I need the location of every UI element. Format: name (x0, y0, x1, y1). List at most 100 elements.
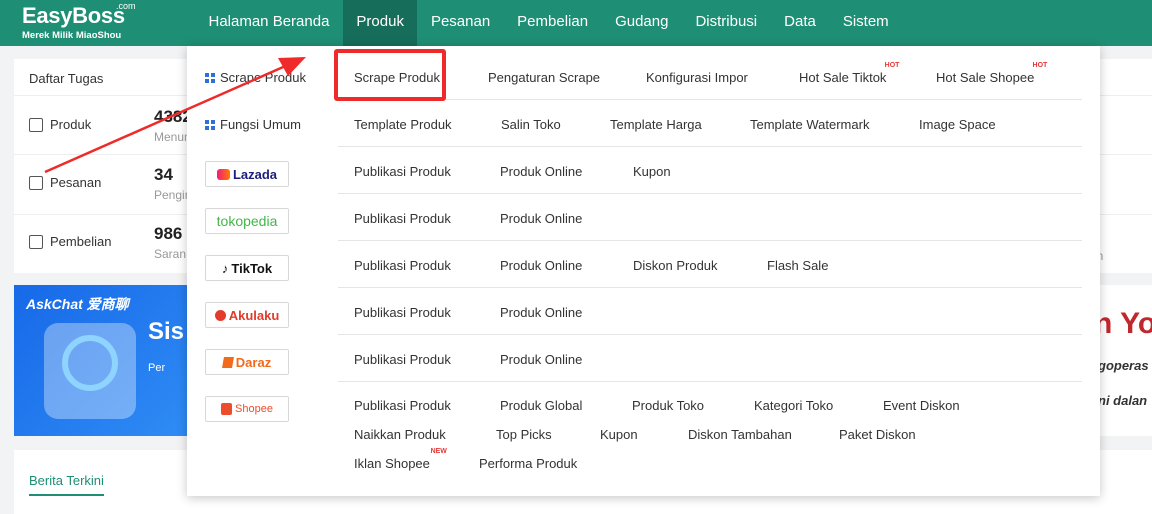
promo-banner[interactable]: n You goperas ni dalan (1100, 285, 1152, 436)
grid-icon (205, 72, 215, 83)
nav-item-pembelian[interactable]: Pembelian (504, 0, 602, 46)
menu-item-kupon[interactable]: Kupon (600, 427, 638, 442)
askchat-banner[interactable]: AskChat 爱商聊 Sis Per (14, 285, 189, 436)
menu-item-flash-sale[interactable]: Flash Sale (767, 258, 828, 273)
tiktok-note-icon: ♪ (221, 260, 229, 276)
order-icon (29, 176, 43, 190)
task-label: Pembelian (50, 234, 112, 249)
platform-name: Daraz (235, 354, 272, 370)
top-navigation-bar: EasyBoss .com Merek Milik MiaoShou Halam… (0, 0, 1152, 46)
menu-item-salin-toko[interactable]: Salin Toko (501, 117, 561, 132)
menu-item-template-produk[interactable]: Template Produk (354, 117, 452, 132)
brand-logo[interactable]: EasyBoss .com Merek Milik MiaoShou (22, 1, 136, 42)
shopee-logo: Shopee (205, 396, 289, 422)
task-label: Produk (50, 117, 92, 132)
menu-item-produk-online[interactable]: Produk Online (500, 258, 582, 273)
menu-item-produk-online[interactable]: Produk Online (500, 164, 582, 179)
menu-row-tokopedia: tokopedia Publikasi Produk Produk Online (187, 194, 1100, 241)
platform-name: Lazada (232, 166, 278, 182)
menu-category-label: Fungsi Umum (220, 117, 301, 132)
task-count: 986 (154, 224, 183, 243)
menu-item-label: Hot Sale Shopee (936, 70, 1035, 85)
menu-row-fungsi-umum: Fungsi Umum Template Produk Salin Toko T… (187, 100, 1100, 147)
hot-badge: HOT (1032, 62, 1048, 69)
nav-item-data[interactable]: Data (771, 0, 830, 46)
product-icon (29, 118, 43, 132)
produk-dropdown-menu: Scrape Produk Scrape Produk Pengaturan S… (187, 46, 1100, 496)
menu-row-daraz: Daraz Publikasi Produk Produk Online (187, 335, 1100, 382)
menu-item-naikkan-produk[interactable]: Naikkan Produk (354, 427, 446, 442)
nav-item-produk[interactable]: Produk (342, 0, 418, 46)
menu-row-shopee: Shopee Publikasi Produk Produk Global Pr… (187, 382, 1100, 496)
menu-item-template-watermark[interactable]: Template Watermark (750, 117, 869, 132)
nav-item-halaman-beranda[interactable]: Halaman Beranda (195, 0, 343, 46)
menu-item-template-harga[interactable]: Template Harga (610, 117, 702, 132)
menu-item-publikasi-produk[interactable]: Publikasi Produk (354, 305, 451, 320)
menu-category-label: Scrape Produk (220, 70, 306, 85)
nav-item-gudang[interactable]: Gudang (602, 0, 682, 46)
main-nav: Halaman Beranda Produk Pesanan Pembelian… (195, 0, 902, 46)
menu-item-kupon[interactable]: Kupon (633, 164, 671, 179)
banner-heading: Sis (148, 318, 185, 345)
menu-item-performa-produk[interactable]: Performa Produk (479, 456, 577, 471)
tiktok-logo: ♪ TikTok (205, 255, 289, 281)
menu-category: Fungsi Umum (205, 117, 301, 132)
daraz-logo: Daraz (205, 349, 289, 375)
menu-item-produk-online[interactable]: Produk Online (500, 211, 582, 226)
menu-item-top-picks[interactable]: Top Picks (496, 427, 552, 442)
banner-headline: n You (1100, 307, 1152, 340)
menu-item-hot-sale-tiktok[interactable]: Hot Sale Tiktok HOT (799, 62, 899, 85)
purchase-icon (29, 235, 43, 249)
lazada-heart-icon (216, 168, 230, 180)
menu-item-produk-online[interactable]: Produk Online (500, 305, 582, 320)
brand-domain: .com (116, 1, 136, 11)
menu-item-produk-global[interactable]: Produk Global (500, 398, 582, 413)
highlight-box (334, 49, 446, 101)
banner-brand: AskChat 爱商聊 (26, 296, 129, 312)
menu-item-publikasi-produk[interactable]: Publikasi Produk (354, 211, 451, 226)
menu-item-iklan-shopee[interactable]: Iklan Shopee NEW (354, 448, 447, 471)
menu-item-publikasi-produk[interactable]: Publikasi Produk (354, 164, 451, 179)
menu-item-paket-diskon[interactable]: Paket Diskon (839, 427, 916, 442)
menu-item-konfigurasi-impor[interactable]: Konfigurasi Impor (646, 70, 748, 85)
menu-item-produk-toko[interactable]: Produk Toko (632, 398, 704, 413)
menu-item-produk-online[interactable]: Produk Online (500, 352, 582, 367)
menu-row-lazada: Lazada Publikasi Produk Produk Online Ku… (187, 147, 1100, 194)
task-count: 34 (154, 165, 173, 184)
menu-item-hot-sale-shopee[interactable]: Hot Sale Shopee HOT (936, 62, 1047, 85)
platform-name: tokopedia (216, 213, 278, 229)
platform-name: Akulaku (228, 307, 280, 323)
menu-item-publikasi-produk[interactable]: Publikasi Produk (354, 398, 451, 413)
brand-subtitle: Merek Milik MiaoShou (22, 30, 122, 41)
menu-item-image-space[interactable]: Image Space (919, 117, 996, 132)
platform-name: Shopee (235, 403, 273, 415)
nav-item-distribusi[interactable]: Distribusi (682, 0, 771, 46)
brand-name: EasyBoss (22, 3, 125, 28)
shopee-bag-icon (221, 403, 233, 415)
akulaku-logo: Akulaku (205, 302, 289, 328)
menu-item-kategori-toko[interactable]: Kategori Toko (754, 398, 833, 413)
menu-item-diskon-tambahan[interactable]: Diskon Tambahan (688, 427, 792, 442)
menu-row-tiktok: ♪ TikTok Publikasi Produk Produk Online … (187, 241, 1100, 288)
tab-berita-terkini[interactable]: Berita Terkini (29, 473, 104, 496)
nav-item-pesanan[interactable]: Pesanan (417, 0, 503, 46)
banner-sub: Per (148, 362, 166, 374)
headset-icon (62, 335, 118, 391)
banner-text: ni dalan (1100, 393, 1148, 408)
menu-item-label: Hot Sale Tiktok (799, 70, 887, 85)
menu-item-label: Iklan Shopee (354, 456, 430, 471)
grid-icon (205, 119, 215, 130)
akulaku-icon (214, 309, 226, 321)
menu-row-akulaku: Akulaku Publikasi Produk Produk Online (187, 288, 1100, 335)
task-label: Pesanan (50, 175, 102, 190)
menu-item-event-diskon[interactable]: Event Diskon (883, 398, 960, 413)
menu-row-scrape-produk: Scrape Produk Scrape Produk Pengaturan S… (187, 53, 1100, 100)
nav-item-sistem[interactable]: Sistem (829, 0, 902, 46)
new-badge: NEW (430, 448, 447, 455)
task-list-title: Daftar Tugas (29, 71, 104, 86)
menu-item-pengaturan-scrape[interactable]: Pengaturan Scrape (488, 70, 600, 85)
menu-item-diskon-produk[interactable]: Diskon Produk (633, 258, 718, 273)
lazada-logo: Lazada (205, 161, 289, 187)
menu-item-publikasi-produk[interactable]: Publikasi Produk (354, 352, 451, 367)
menu-item-publikasi-produk[interactable]: Publikasi Produk (354, 258, 451, 273)
